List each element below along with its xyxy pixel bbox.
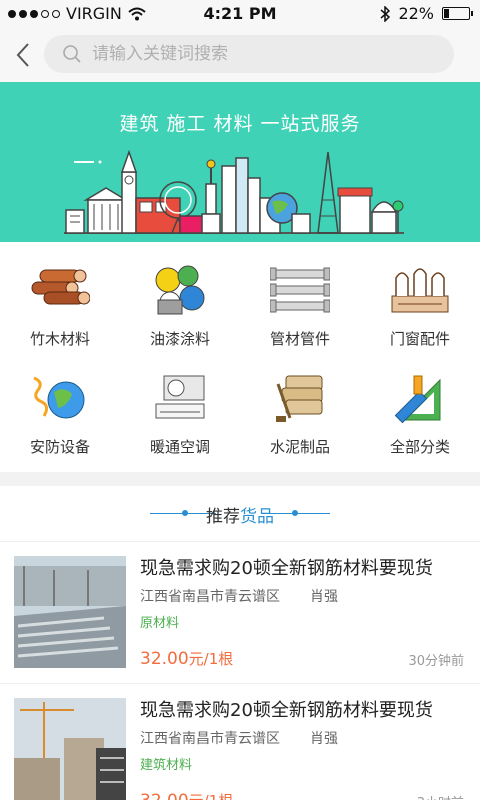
- category-label: 水泥制品: [269, 438, 330, 456]
- product-thumbnail: [14, 698, 126, 800]
- price-unit: 元/1根: [189, 792, 234, 800]
- category-security[interactable]: 安防设备: [0, 350, 120, 458]
- product-title: 现急需求购20顿全新钢筋材料要现货: [140, 558, 433, 579]
- product-time: 3小时前: [417, 792, 464, 800]
- price-value: 32.00: [140, 649, 189, 669]
- category-label: 竹木材料: [29, 330, 90, 348]
- recommended-section-header: 推荐货品: [0, 486, 480, 542]
- divider: [264, 513, 330, 514]
- category-label: 安防设备: [29, 438, 90, 456]
- category-label: 全部分类: [389, 438, 450, 456]
- category-pipes[interactable]: 管材管件: [240, 242, 360, 350]
- category-windows[interactable]: 门窗配件: [360, 242, 480, 350]
- category-cement[interactable]: 水泥制品: [240, 350, 360, 458]
- product-title: 现急需求购20顿全新钢筋材料要现货: [140, 700, 433, 721]
- cement-bags-icon: [276, 375, 323, 422]
- category-label: 门窗配件: [389, 330, 450, 348]
- product-price: 32.00元/1根: [140, 648, 233, 669]
- bluetooth-icon: [380, 5, 391, 22]
- section-title: 推荐货品: [0, 502, 480, 527]
- category-all[interactable]: 全部分类: [360, 350, 480, 458]
- product-item[interactable]: 现急需求购20顿全新钢筋材料要现货 江西省南昌市青云谱区 肖强 建筑材料 32.…: [0, 684, 480, 800]
- wood-logs-icon: [31, 269, 90, 305]
- category-paint[interactable]: 油漆涂料: [120, 242, 240, 350]
- search-bar[interactable]: [44, 35, 454, 73]
- price-unit: 元/1根: [188, 650, 234, 668]
- window-icon: [391, 268, 449, 313]
- price-value: 32.00: [140, 791, 189, 800]
- pipes-icon: [270, 267, 330, 313]
- status-bar: VIRGIN 4:21 PM 22%: [0, 0, 480, 28]
- product-tag: 建筑材料: [140, 758, 193, 773]
- product-list: 现急需求购20顿全新钢筋材料要现货 江西省南昌市青云谱区 肖强 原材料 32.0…: [0, 542, 480, 800]
- category-grid: 竹木材料 油漆涂料 管材管件 门窗配件 安防设备 暖通空调 水泥制品 全部分类: [0, 242, 480, 472]
- battery-icon: [442, 7, 473, 20]
- product-address: 江西省南昌市青云谱区: [140, 731, 280, 747]
- section-title-part2: 货品: [240, 507, 274, 527]
- category-label: 暖通空调: [149, 438, 210, 456]
- product-seller: 肖强: [310, 589, 338, 605]
- search-icon: [63, 45, 81, 63]
- product-address: 江西省南昌市青云谱区: [140, 589, 280, 605]
- top-nav: [0, 28, 480, 82]
- product-tag: 原材料: [140, 616, 180, 631]
- product-seller: 肖强: [310, 731, 338, 747]
- air-conditioner-icon: [155, 375, 205, 419]
- category-wood[interactable]: 竹木材料: [0, 242, 120, 350]
- category-label: 油漆涂料: [149, 330, 210, 348]
- globe-security-icon: [33, 376, 85, 419]
- category-hvac[interactable]: 暖通空调: [120, 350, 240, 458]
- back-arrow-icon[interactable]: [12, 40, 36, 70]
- product-item[interactable]: 现急需求购20顿全新钢筋材料要现货 江西省南昌市青云谱区 肖强 原材料 32.0…: [0, 542, 480, 684]
- product-thumbnail: [14, 556, 126, 668]
- ruler-tools-icon: [394, 375, 441, 424]
- city-skyline-illustration: [64, 149, 404, 234]
- paint-cans-icon: [155, 265, 205, 315]
- battery-percent: 22%: [398, 4, 434, 23]
- banner[interactable]: 建筑 施工 材料 一站式服务: [0, 82, 480, 242]
- search-input[interactable]: [92, 44, 422, 64]
- section-title-part1: 推荐: [206, 507, 240, 527]
- product-time: 30分钟前: [408, 654, 464, 669]
- product-price: 32.00元/1根: [140, 790, 233, 800]
- category-label: 管材管件: [269, 330, 330, 348]
